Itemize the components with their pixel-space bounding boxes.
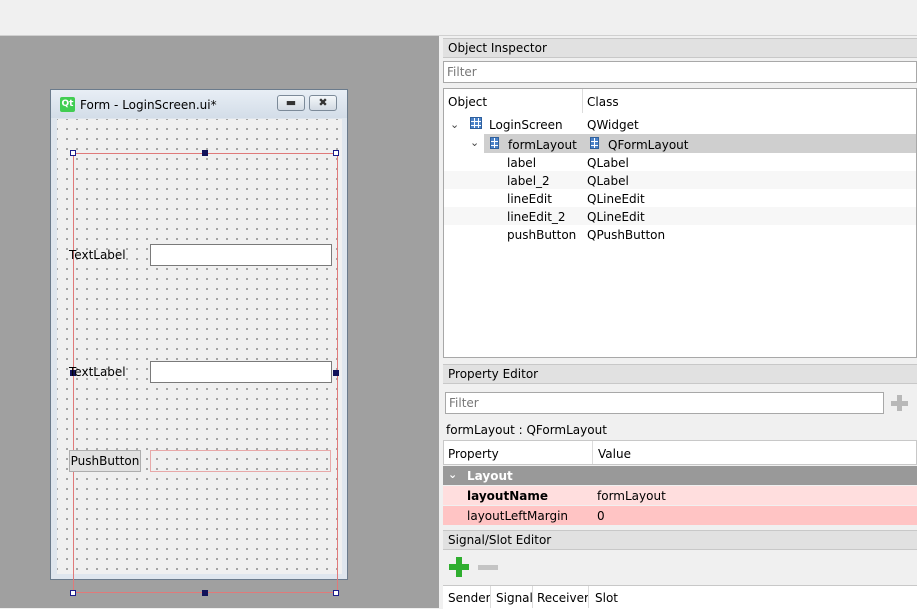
column-divider (592, 441, 593, 464)
object-filter-input[interactable]: Filter (443, 61, 917, 83)
form-title: Form - LoginScreen.ui* (80, 98, 217, 112)
col-slot-header[interactable]: Slot (595, 591, 618, 605)
property-value[interactable]: formLayout (597, 489, 666, 503)
qt-logo-icon: Qt (60, 97, 75, 112)
col-class-header[interactable]: Class (587, 95, 619, 109)
group-label: Layout (467, 469, 513, 483)
tree-row-object[interactable]: formLayout (508, 138, 577, 152)
line-edit-2[interactable] (150, 361, 332, 383)
selection-handle[interactable] (333, 150, 339, 156)
minimize-icon: ▬ (285, 96, 297, 109)
object-inspector-header: Object Inspector (443, 38, 917, 58)
tree-row-object[interactable]: pushButton (507, 228, 576, 242)
tree-row-object[interactable]: label (507, 156, 536, 170)
property-table-header: Property Value (443, 440, 917, 465)
plus-icon (891, 395, 908, 411)
tree-row-class: QPushButton (587, 228, 666, 242)
col-receiver-header[interactable]: Receiver (537, 591, 589, 605)
remove-connection-button[interactable] (478, 565, 498, 570)
column-divider (582, 89, 583, 113)
minimize-button[interactable]: ▬ (277, 95, 305, 111)
chevron-down-icon[interactable]: ⌄ (470, 136, 479, 149)
column-divider (588, 586, 589, 608)
property-row[interactable]: layoutName formLayout (443, 486, 917, 505)
top-toolbar (0, 0, 917, 36)
property-name: layoutLeftMargin (467, 509, 569, 523)
object-tree[interactable]: Object Class ⌄ LoginScreen QWidget ⌄ for… (443, 88, 917, 358)
form-body[interactable]: TextLabel TextLabel PushButton (57, 119, 342, 596)
plus-icon (449, 557, 469, 577)
selection-handle[interactable] (202, 150, 208, 156)
col-property-header[interactable]: Property (448, 447, 499, 461)
layout-icon (590, 137, 599, 149)
tree-row-class: QFormLayout (608, 138, 689, 152)
text-label-1[interactable]: TextLabel (69, 248, 126, 262)
close-button[interactable]: ✖ (309, 95, 337, 111)
tree-row-class: QLabel (587, 156, 629, 170)
selection-handle[interactable] (70, 590, 76, 596)
tree-row-object[interactable]: label_2 (507, 174, 550, 188)
property-group-row[interactable]: ⌄ Layout (443, 466, 917, 485)
form-window[interactable]: Qt Form - LoginScreen.ui* ▬ ✖ TextLabel … (50, 89, 348, 596)
close-icon: ✖ (318, 96, 328, 109)
tree-row-object[interactable]: lineEdit (507, 192, 552, 206)
tree-row-class: QLineEdit (587, 192, 645, 206)
push-button[interactable]: PushButton (69, 450, 141, 472)
property-filter-input[interactable]: Filter (445, 392, 884, 414)
property-object-caption: formLayout : QFormLayout (446, 423, 607, 437)
property-editor-header: Property Editor (443, 364, 917, 384)
column-divider (490, 586, 491, 608)
col-signal-header[interactable]: Signal (496, 591, 533, 605)
column-divider (532, 586, 533, 608)
col-value-header[interactable]: Value (598, 447, 631, 461)
tree-row-object[interactable]: lineEdit_2 (507, 210, 566, 224)
chevron-down-icon[interactable]: ⌄ (450, 118, 459, 131)
chevron-down-icon[interactable]: ⌄ (448, 468, 457, 481)
tree-row-class: QLineEdit (587, 210, 645, 224)
tree-row-class: QWidget (587, 118, 639, 132)
line-edit-1[interactable] (150, 244, 332, 266)
selection-handle[interactable] (202, 590, 208, 596)
col-object-header[interactable]: Object (448, 95, 487, 109)
property-name: layoutName (467, 489, 548, 503)
tree-row-class: QLabel (587, 174, 629, 188)
text-label-2[interactable]: TextLabel (69, 365, 126, 379)
property-row[interactable]: layoutLeftMargin 0 (443, 506, 917, 525)
signal-slot-editor-header: Signal/Slot Editor (443, 530, 917, 550)
property-value[interactable]: 0 (597, 509, 605, 523)
add-connection-button[interactable] (448, 556, 470, 578)
tree-row-object[interactable]: LoginScreen (489, 118, 563, 132)
col-sender-header[interactable]: Sender (448, 591, 491, 605)
add-dynamic-property-button[interactable] (888, 392, 912, 414)
layout-icon (490, 137, 499, 149)
empty-layout-cell (150, 450, 331, 472)
widget-icon (470, 117, 482, 129)
form-titlebar[interactable]: Qt Form - LoginScreen.ui* ▬ ✖ (51, 90, 347, 118)
selection-handle[interactable] (70, 150, 76, 156)
selection-handle[interactable] (333, 370, 339, 376)
signal-slot-table-header: Sender Signal Receiver Slot (443, 585, 917, 609)
selection-handle[interactable] (333, 590, 339, 596)
